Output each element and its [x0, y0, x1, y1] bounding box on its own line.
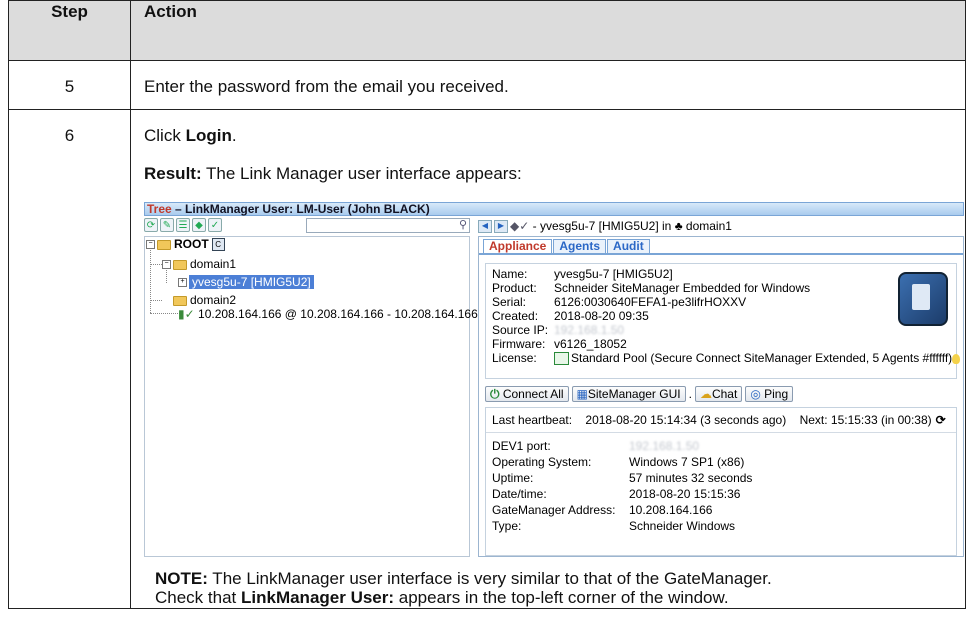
appliance-icon[interactable]: ◆ [192, 218, 206, 232]
status-panel: Last heartbeat: 2018-08-20 15:14:34 (3 s… [485, 407, 957, 556]
info-serial: Serial: 6126:0030640FEFA1-pe3lifrHOXXV [492, 295, 747, 309]
separator-dot: . [688, 386, 692, 401]
power-icon: ⏻ [490, 386, 500, 401]
appliance-panel: Appliance Agents Audit Name: yvesg5u-7 [H… [478, 236, 964, 557]
tree-toolbar: ⟳ ✎ ☰ ◆ ✓ [144, 218, 222, 234]
tree-root[interactable]: − ROOT C [146, 237, 225, 252]
folder-icon [157, 239, 171, 250]
info-source-ip: Source IP: 192.168.1.50 [492, 323, 625, 337]
table-row: 5 Enter the password from the email you … [8, 60, 966, 110]
breadcrumb: ◀ ▶ ◆✓ - yvesg5u-7 [HMIG5U2] in ♣ domain1 [478, 218, 732, 234]
domain-icon: ♣ [674, 219, 683, 233]
step-number: 5 [8, 60, 131, 110]
back-arrow-icon[interactable]: ◀ [478, 220, 492, 234]
procedure-page: Step Action 5 Enter the password from th… [8, 0, 966, 609]
note-text: NOTE: The LinkManager user interface is … [155, 569, 772, 607]
tab-agents[interactable]: Agents [553, 239, 607, 254]
tools-icon[interactable]: ✎ [160, 218, 174, 232]
step-action: Enter the password from the email you re… [130, 60, 966, 110]
license-icon [554, 352, 569, 366]
ping-icon: ◎ [750, 386, 761, 401]
info-name: Name: yvesg5u-7 [HMIG5U2] [492, 267, 673, 281]
status-row: Uptime: 57 minutes 32 seconds [492, 471, 753, 485]
root-badge: C [211, 238, 225, 252]
status-row: Operating System: Windows 7 SP1 (x86) [492, 455, 745, 469]
agent-icon: ▮✓ [178, 307, 195, 321]
tree-pane: ⟳ ✎ ☰ ◆ ✓ ⚲ − ROOT C − domain1 + yvesg5u… [144, 218, 478, 557]
action-buttons: ⏻ Connect All ▦SiteManager GUI . ☁Chat ◎… [485, 385, 794, 402]
connect-all-button[interactable]: ⏻ Connect All [485, 385, 569, 402]
refresh-icon[interactable]: ⟳ [936, 413, 946, 427]
step-number: 6 [8, 109, 131, 609]
collapse-icon[interactable]: − [162, 260, 171, 270]
info-product: Product: Schneider SiteManager Embedded f… [492, 281, 811, 295]
table-header-row: Step Action [8, 0, 966, 61]
header-step: Step [8, 0, 131, 61]
tree-item-ip[interactable]: ▮✓ 10.208.164.166 @ 10.208.164.166 - 10.… [178, 307, 478, 321]
tab-bar: Appliance Agents Audit [483, 239, 651, 254]
tab-audit[interactable]: Audit [607, 239, 650, 254]
search-input[interactable]: ⚲ [306, 218, 470, 233]
search-icon[interactable]: ⚲ [459, 218, 467, 231]
tab-appliance[interactable]: Appliance [483, 239, 553, 254]
collapse-icon[interactable]: − [146, 240, 155, 250]
click-instruction: Click Login. [144, 126, 237, 145]
detail-pane: ◀ ▶ ◆✓ - yvesg5u-7 [HMIG5U2] in ♣ domain1 … [478, 218, 964, 557]
tree-view-icon[interactable]: ☰ [176, 218, 190, 232]
folder-icon [173, 259, 187, 270]
status-row: Type: Schneider Windows [492, 519, 736, 533]
gui-icon: ▦ [576, 386, 588, 401]
ping-button[interactable]: ◎ Ping [745, 385, 794, 402]
appliance-info: Name: yvesg5u-7 [HMIG5U2] Product: Schneid… [485, 263, 961, 379]
status-row: DEV1 port: 192.168.1.50 [492, 439, 700, 453]
appliance-icon: ◆✓ [510, 219, 530, 233]
info-license: License: Standard Pool (Secure Connect Si… [492, 351, 961, 366]
tree-item-appliance[interactable]: + yvesg5u-7 [HMIG5U2] [178, 275, 314, 289]
bulb-icon [952, 353, 961, 364]
info-firmware: Firmware: v6126_18052 [492, 337, 627, 351]
folder-icon [173, 295, 187, 306]
chat-button[interactable]: ☁Chat [694, 385, 743, 402]
tree-item-domain1[interactable]: − domain1 [162, 257, 236, 271]
refresh-icon[interactable]: ⟳ [144, 218, 158, 232]
expand-icon[interactable]: + [178, 278, 187, 288]
forward-arrow-icon[interactable]: ▶ [494, 220, 508, 234]
header-action: Action [130, 0, 966, 61]
result-text: Result: The Link Manager user interface … [144, 164, 522, 183]
step-action: Click Login. Result: The Link Manager us… [130, 109, 966, 609]
status-row: GateManager Address: 10.208.164.166 [492, 503, 713, 517]
device-icon [898, 272, 948, 326]
window-title: Tree – LinkManager User: LM-User (John B… [144, 202, 964, 216]
login-label: Login [185, 126, 232, 145]
chat-icon: ☁ [699, 386, 712, 401]
steps-table: Step Action 5 Enter the password from th… [8, 0, 966, 609]
table-row: 6 Click Login. Result: The Link Manager … [8, 109, 966, 609]
linkmanager-screenshot: Tree – LinkManager User: LM-User (John B… [144, 202, 964, 557]
sitemanager-gui-button[interactable]: ▦SiteManager GUI [571, 385, 686, 402]
tree-view: − ROOT C − domain1 + yvesg5u-7 [HMIG5U2] dom… [144, 236, 478, 557]
heartbeat-line: Last heartbeat: 2018-08-20 15:14:34 (3 s… [492, 413, 946, 427]
check-icon[interactable]: ✓ [208, 218, 222, 232]
info-created: Created: 2018-08-20 09:35 [492, 309, 649, 323]
status-row: Date/time: 2018-08-20 15:15:36 [492, 487, 741, 501]
tree-item-domain2[interactable]: domain2 [162, 293, 236, 307]
